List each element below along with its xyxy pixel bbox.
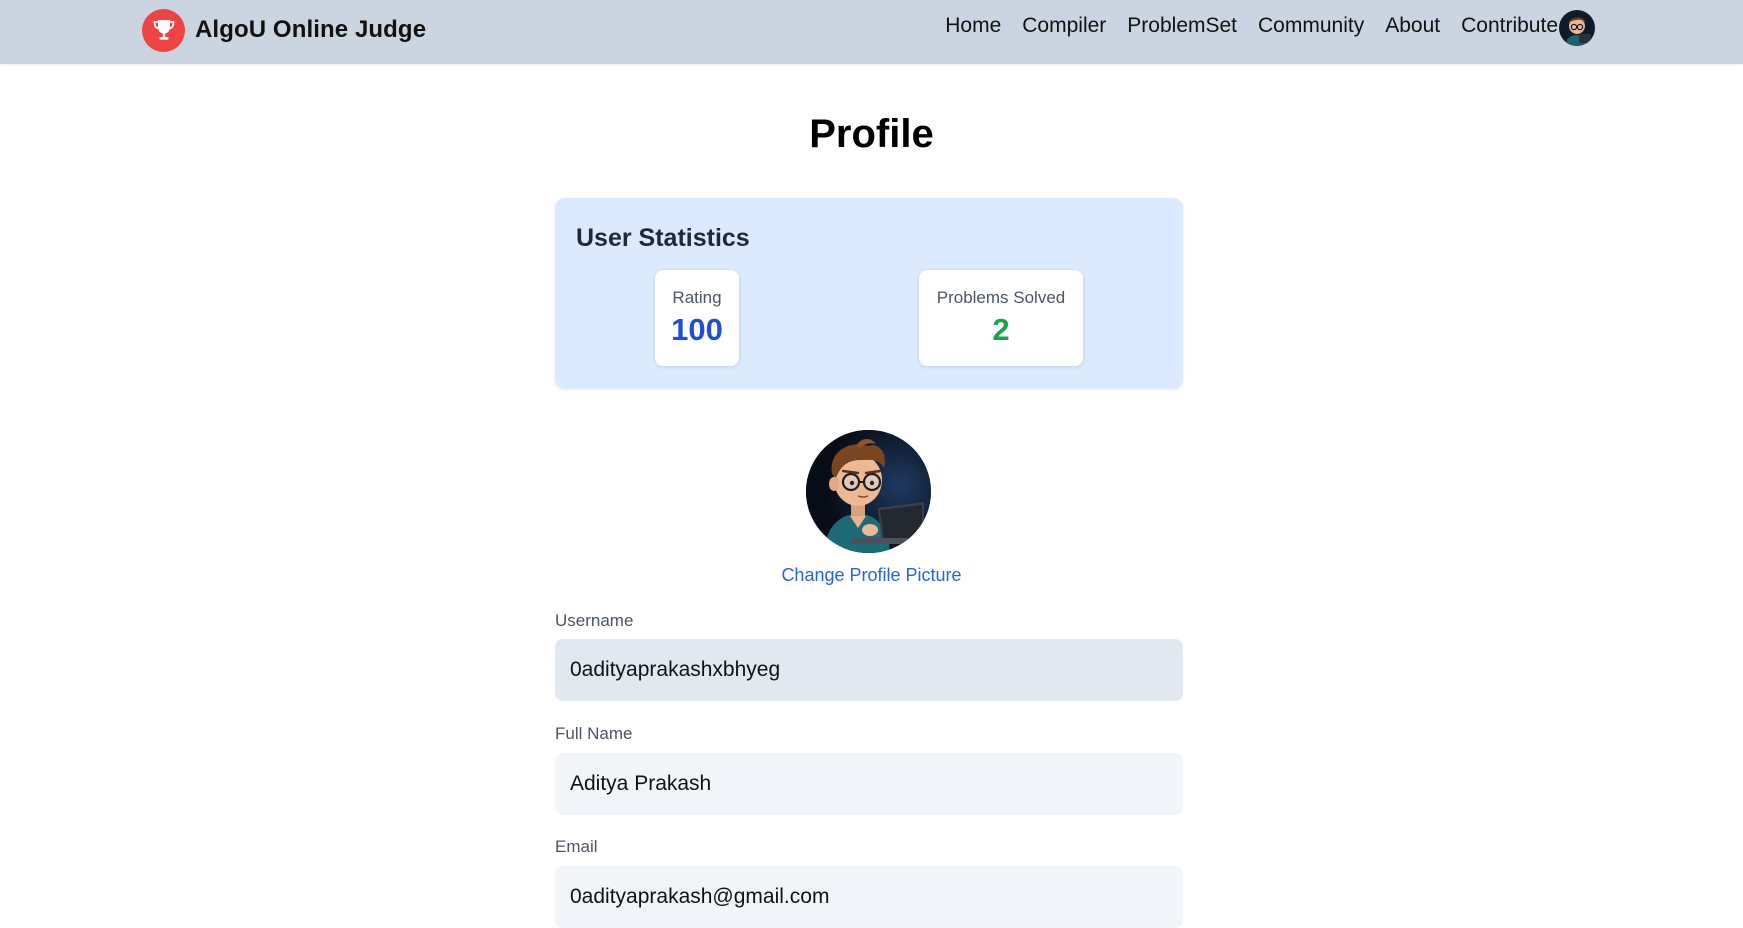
fullname-field[interactable] xyxy=(555,753,1183,815)
user-avatar[interactable] xyxy=(1559,10,1595,46)
problems-solved-label: Problems Solved xyxy=(936,288,1066,307)
brand[interactable]: AlgoU Online Judge xyxy=(142,8,426,52)
rating-stat: Rating 100 xyxy=(655,270,739,366)
nav-home[interactable]: Home xyxy=(945,14,1001,38)
rating-label: Rating xyxy=(672,288,722,307)
brand-name: AlgoU Online Judge xyxy=(195,16,427,43)
nav-links: Home Compiler ProblemSet Community About… xyxy=(945,10,1558,42)
nav-compiler[interactable]: Compiler xyxy=(1022,14,1106,38)
username-label: Username xyxy=(555,611,634,630)
navbar: AlgoU Online Judge Home Compiler Problem… xyxy=(0,0,1743,64)
stats-heading: User Statistics xyxy=(576,224,750,252)
email-label: Email xyxy=(555,837,598,856)
fullname-label: Full Name xyxy=(555,724,633,743)
email-field[interactable] xyxy=(555,866,1183,928)
nav-problemset[interactable]: ProblemSet xyxy=(1127,14,1237,38)
problems-solved-value: 2 xyxy=(992,312,1010,347)
problems-solved-stat: Problems Solved 2 xyxy=(919,270,1083,366)
user-statistics-card: User Statistics Rating 100 Problems Solv… xyxy=(555,198,1183,389)
nav-contribute[interactable]: Contribute xyxy=(1461,14,1558,38)
change-profile-picture-link[interactable]: Change Profile Picture xyxy=(781,565,961,585)
page-title: Profile xyxy=(809,112,934,156)
nav-community[interactable]: Community xyxy=(1258,14,1364,38)
rating-value: 100 xyxy=(671,312,723,347)
trophy-icon xyxy=(142,8,185,52)
change-profile-picture: Change Profile Picture xyxy=(0,565,1743,586)
username-field[interactable] xyxy=(555,639,1183,701)
nav-about[interactable]: About xyxy=(1385,14,1440,38)
profile-picture xyxy=(806,430,931,553)
